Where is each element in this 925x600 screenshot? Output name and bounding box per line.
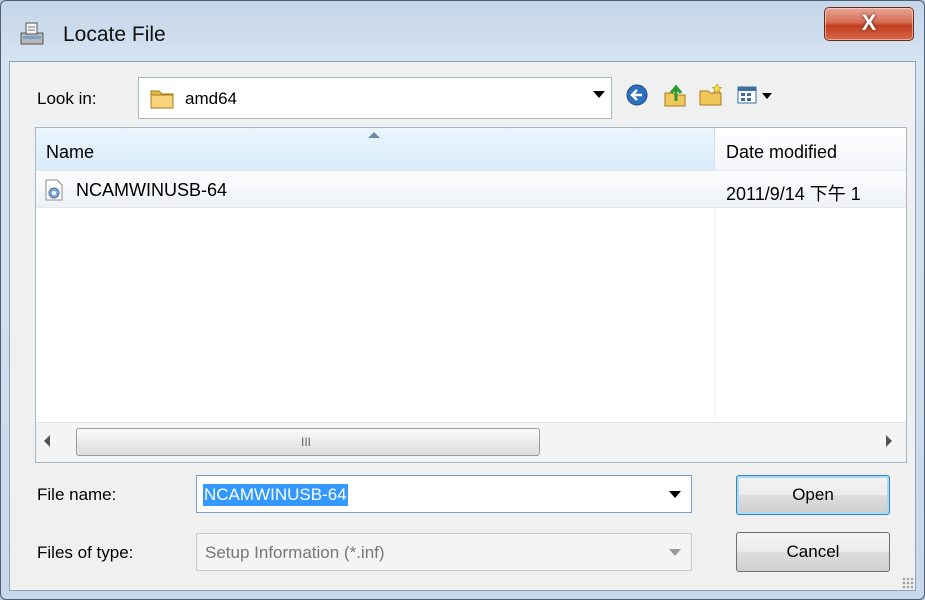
look-in-value: amd64 xyxy=(185,89,237,108)
setup-information-file-icon xyxy=(45,179,63,201)
chevron-down-icon[interactable] xyxy=(593,91,605,98)
close-button[interactable]: X xyxy=(824,7,914,41)
chevron-down-icon[interactable] xyxy=(669,491,681,498)
files-of-type-combobox[interactable]: Setup Information (*.inf) xyxy=(196,533,692,571)
back-icon[interactable] xyxy=(623,81,651,109)
sort-ascending-icon xyxy=(368,132,380,138)
file-name-label: File name: xyxy=(37,485,117,504)
new-folder-icon[interactable] xyxy=(697,81,725,109)
resize-grip-icon[interactable] xyxy=(902,577,914,589)
close-icon: X xyxy=(861,10,877,35)
open-button[interactable]: Open xyxy=(736,475,890,515)
file-name-combobox[interactable]: NCAMWINUSB-64 xyxy=(196,475,692,513)
title-bar[interactable]: Locate File X xyxy=(1,1,924,61)
file-name-input[interactable]: NCAMWINUSB-64 xyxy=(203,484,348,506)
scrollbar-thumb[interactable]: III xyxy=(76,428,540,456)
file-list[interactable]: Name Date modified NCAMWINUSB-64 2011/9/… xyxy=(35,127,907,463)
locate-file-dialog: Locate File X Look in: amd64 Name Date m… xyxy=(0,0,925,600)
computer-drive-icon xyxy=(20,22,44,45)
scroll-right-icon[interactable] xyxy=(886,435,892,447)
scrollbar-grip: III xyxy=(301,435,312,449)
files-of-type-label: Files of type: xyxy=(37,543,134,562)
files-of-type-value: Setup Information (*.inf) xyxy=(205,543,385,562)
column-header-date-modified[interactable]: Date modified xyxy=(726,142,837,163)
file-row[interactable]: NCAMWINUSB-64 2011/9/14 下午 1 xyxy=(36,170,906,208)
scroll-left-icon[interactable] xyxy=(44,435,50,447)
folder-icon xyxy=(150,90,174,109)
up-folder-icon[interactable] xyxy=(661,81,689,109)
view-menu-icon[interactable] xyxy=(735,81,779,109)
column-header-name[interactable]: Name xyxy=(36,128,715,170)
column-header-name-label: Name xyxy=(46,142,95,162)
file-name-cell: NCAMWINUSB-64 xyxy=(76,180,228,200)
window-title: Locate File xyxy=(63,23,166,46)
file-date-cell: 2011/9/14 下午 1 xyxy=(726,184,861,204)
look-in-combobox[interactable]: amd64 xyxy=(138,77,612,119)
chevron-down-icon[interactable] xyxy=(669,549,681,556)
cancel-button[interactable]: Cancel xyxy=(736,532,890,572)
look-in-label: Look in: xyxy=(37,89,97,108)
horizontal-scrollbar[interactable]: III xyxy=(36,422,906,462)
list-header: Name Date modified xyxy=(36,128,906,171)
